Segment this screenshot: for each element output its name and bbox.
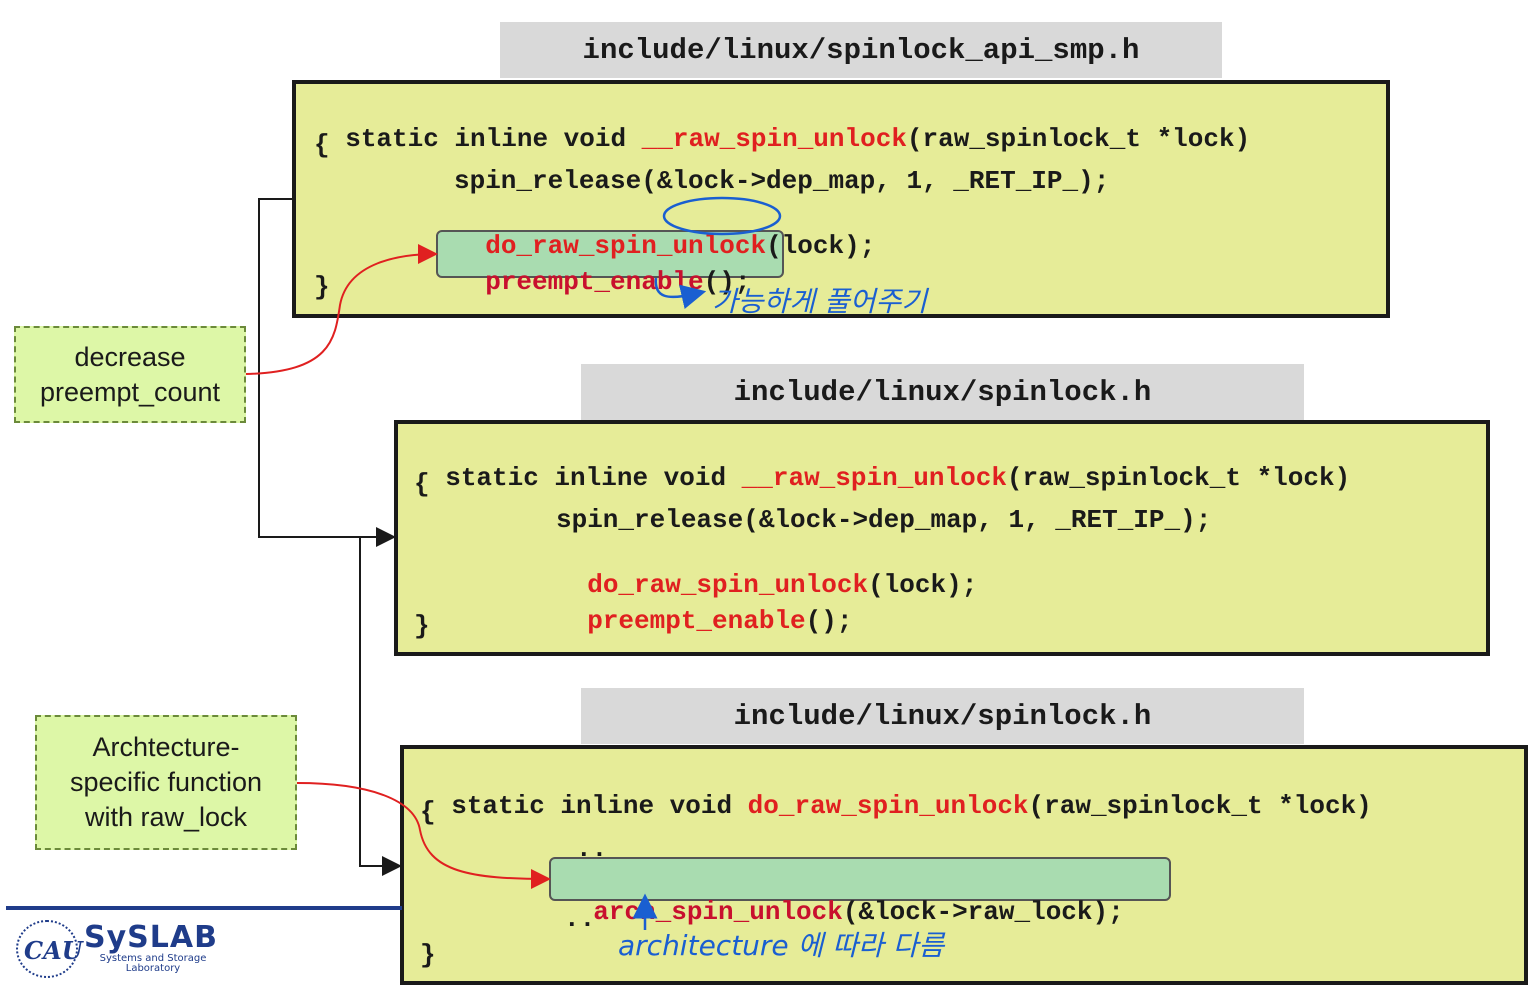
arrow-preempt-note [245, 244, 438, 375]
connector-block2-to-block3 [359, 537, 402, 876]
syslab-logo: CAU SySLAB Systems and Storage Laborator… [14, 916, 224, 982]
handwritten-circle-unlock [662, 196, 782, 236]
arrow-arch-note [296, 782, 551, 889]
footer-rule [6, 906, 402, 910]
handwritten-hook-arrow [654, 277, 707, 309]
logo-cau-text: CAU [24, 936, 83, 965]
connector-overlay [245, 196, 782, 930]
connector-block1-to-block2 [258, 198, 396, 547]
logo-syslab-text: SySLAB [84, 920, 218, 955]
logo-subtitle: Systems and Storage Laboratory [99, 953, 207, 974]
